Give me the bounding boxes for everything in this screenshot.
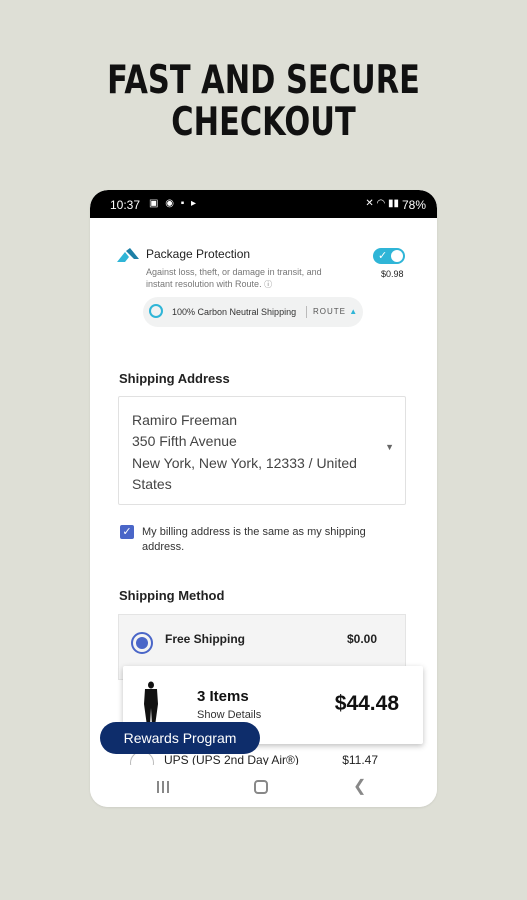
package-protection-price: $0.98 — [381, 269, 404, 279]
billing-same-checkbox[interactable]: ✓ — [120, 525, 134, 539]
product-thumbnail — [135, 680, 167, 728]
headline-line-1: FAST AND SECURE — [107, 58, 420, 103]
notification-icons: ▣ ◉ ▪ ▸ — [149, 198, 199, 209]
address-line-1: Ramiro Freeman — [132, 412, 238, 428]
address-line-2: 350 Fifth Avenue — [132, 433, 237, 449]
shipping-address-title: Shipping Address — [119, 371, 230, 386]
package-protection-desc-text: Against loss, theft, or damage in transi… — [146, 267, 322, 289]
status-bar: 10:37 ▣ ◉ ▪ ▸ ✕ ◠ ▮▮ 78% — [90, 190, 437, 218]
route-mark-icon: ▲ — [349, 307, 359, 316]
billing-same-label: My billing address is the same as my shi… — [142, 526, 366, 553]
address-line-3: New York, New York, 12333 / United — [132, 455, 357, 471]
android-nav-bar: ❮ — [90, 765, 437, 807]
headline-line-2: CHECKOUT — [171, 100, 356, 145]
route-logo-icon — [117, 248, 139, 262]
address-line-4: States — [132, 476, 172, 492]
cart-total: $44.48 — [334, 692, 399, 715]
show-details-link[interactable]: Show Details — [197, 709, 261, 721]
shipping-option-name: Free Shipping — [165, 632, 246, 646]
home-icon[interactable] — [254, 780, 268, 794]
cart-item-count: 3 Items — [197, 688, 249, 705]
carbon-neutral-badge: 100% Carbon Neutral Shipping ROUTE ▲ — [143, 297, 363, 327]
back-icon[interactable]: ❮ — [353, 776, 366, 796]
carbon-neutral-text: 100% Carbon Neutral Shipping — [172, 307, 297, 317]
badge-divider — [306, 306, 307, 318]
shipping-address-select[interactable]: Ramiro Freeman 350 Fifth Avenue New York… — [118, 396, 406, 505]
radio-selected[interactable] — [131, 632, 153, 654]
promo-headline: FAST AND SECURE CHECKOUT — [58, 60, 469, 144]
toggle-knob — [391, 250, 403, 262]
check-icon: ✓ — [378, 250, 388, 262]
dropdown-caret-icon: ▼ — [385, 442, 394, 452]
status-time: 10:37 — [110, 198, 141, 212]
route-brand: ROUTE ▲ — [313, 307, 359, 316]
rewards-program-button[interactable]: Rewards Program — [100, 722, 260, 754]
phone-screen: 10:37 ▣ ◉ ▪ ▸ ✕ ◠ ▮▮ 78% Package Protect… — [90, 190, 437, 807]
package-protection-title: Package Protection — [146, 247, 251, 261]
shipping-option-price: $0.00 — [346, 632, 377, 646]
signal-wifi-icon: ✕ ◠ ▮▮ — [365, 198, 399, 209]
shipping-method-title: Shipping Method — [119, 588, 225, 603]
package-protection-description: Against loss, theft, or damage in transi… — [146, 266, 346, 291]
leaf-icon — [149, 304, 163, 318]
recent-apps-icon[interactable] — [157, 781, 171, 793]
info-icon[interactable]: ⓘ — [264, 280, 272, 289]
battery-level: 78% — [401, 198, 426, 212]
package-protection-toggle[interactable]: ✓ — [373, 248, 405, 264]
